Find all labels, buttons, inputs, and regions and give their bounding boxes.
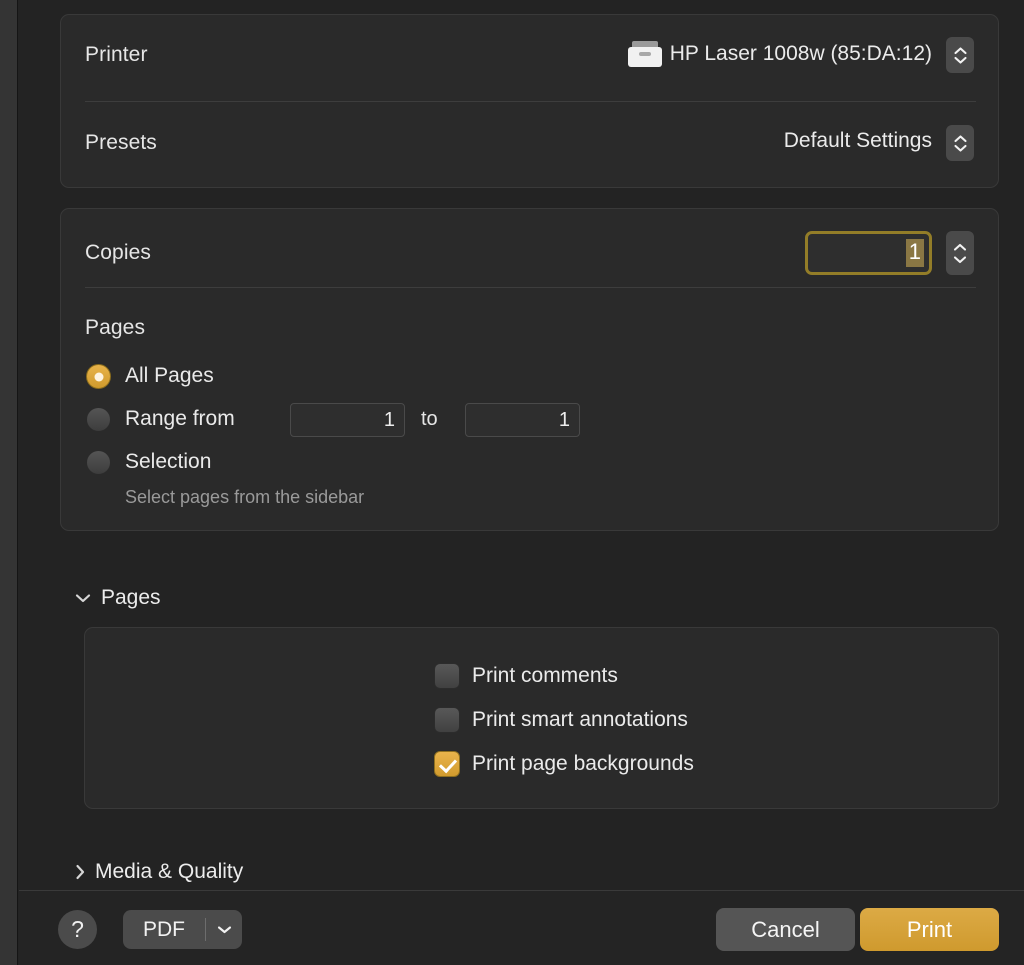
checkbox-print-comments[interactable]: [434, 663, 460, 689]
pages-options-panel: Print comments Print smart annotations P…: [84, 627, 999, 809]
checkbox-print-page-backgrounds-row[interactable]: Print page backgrounds: [434, 751, 694, 777]
presets-row[interactable]: Presets Default Settings: [61, 103, 998, 183]
radio-range-from[interactable]: [86, 407, 111, 432]
radio-all-pages-label[interactable]: All Pages: [125, 364, 214, 388]
selection-hint: Select pages from the sidebar: [125, 487, 365, 507]
sidebar-edge: [0, 0, 18, 965]
printer-row[interactable]: Printer HP Laser 1008w (85:DA:12): [61, 15, 998, 95]
range-to-label: to: [421, 408, 438, 430]
radio-all-pages[interactable]: [86, 364, 111, 389]
chevron-down-icon[interactable]: [206, 925, 242, 934]
printer-popup-chevrons-icon[interactable]: [946, 37, 974, 73]
checkbox-print-smart-annotations[interactable]: [434, 707, 460, 733]
section-header-media-quality[interactable]: Media & Quality: [75, 860, 243, 884]
pages-group-label: Pages: [85, 316, 146, 339]
dialog-scroll-area[interactable]: Printer HP Laser 1008w (85:DA:12) Preset…: [19, 0, 1024, 890]
checkbox-print-page-backgrounds-label: Print page backgrounds: [472, 752, 694, 775]
section-header-media-quality-label: Media & Quality: [95, 860, 244, 883]
copies-label: Copies: [85, 241, 151, 264]
section-header-pages-label: Pages: [101, 586, 161, 609]
copies-pages-panel: Copies 1 Pages All Pages Range from 1 to: [60, 208, 999, 531]
checkbox-print-smart-annotations-row[interactable]: Print smart annotations: [434, 707, 688, 733]
print-button[interactable]: Print: [860, 908, 999, 951]
presets-label: Presets: [85, 131, 157, 154]
dialog-footer: ? PDF Cancel Print: [19, 890, 1024, 965]
copies-input-value: 1: [905, 239, 924, 267]
chevron-down-icon: [75, 594, 91, 603]
presets-value[interactable]: Default Settings: [784, 129, 932, 153]
help-button[interactable]: ?: [58, 910, 97, 949]
print-dialog: Printer HP Laser 1008w (85:DA:12) Preset…: [0, 0, 1024, 965]
printer-popup-button[interactable]: HP Laser 1008w (85:DA:12): [627, 41, 932, 67]
printer-label: Printer: [85, 43, 148, 66]
pdf-button-label: PDF: [143, 917, 185, 941]
range-to-input[interactable]: 1: [465, 403, 580, 437]
copies-row: Copies 1: [61, 209, 998, 297]
copies-input[interactable]: 1: [805, 231, 932, 275]
chevron-right-icon: [76, 864, 85, 880]
copies-separator: [85, 287, 976, 288]
checkbox-print-smart-annotations-label: Print smart annotations: [472, 708, 688, 731]
checkbox-print-page-backgrounds[interactable]: [434, 751, 460, 777]
copies-stepper[interactable]: [946, 231, 974, 275]
panel-separator: [85, 101, 976, 102]
radio-selection[interactable]: [86, 450, 111, 475]
checkbox-print-comments-row[interactable]: Print comments: [434, 663, 618, 689]
presets-popup-chevrons-icon[interactable]: [946, 125, 974, 161]
printer-icon: [627, 41, 662, 67]
checkbox-print-comments-label: Print comments: [472, 664, 618, 687]
range-from-input[interactable]: 1: [290, 403, 405, 437]
printer-presets-panel: Printer HP Laser 1008w (85:DA:12) Preset…: [60, 14, 999, 188]
printer-value: HP Laser 1008w (85:DA:12): [669, 42, 932, 65]
section-header-pages[interactable]: Pages: [75, 586, 161, 610]
radio-selection-label[interactable]: Selection: [125, 450, 211, 474]
pdf-button[interactable]: PDF: [123, 910, 242, 949]
cancel-button[interactable]: Cancel: [716, 908, 855, 951]
radio-range-from-label[interactable]: Range from: [125, 407, 235, 431]
